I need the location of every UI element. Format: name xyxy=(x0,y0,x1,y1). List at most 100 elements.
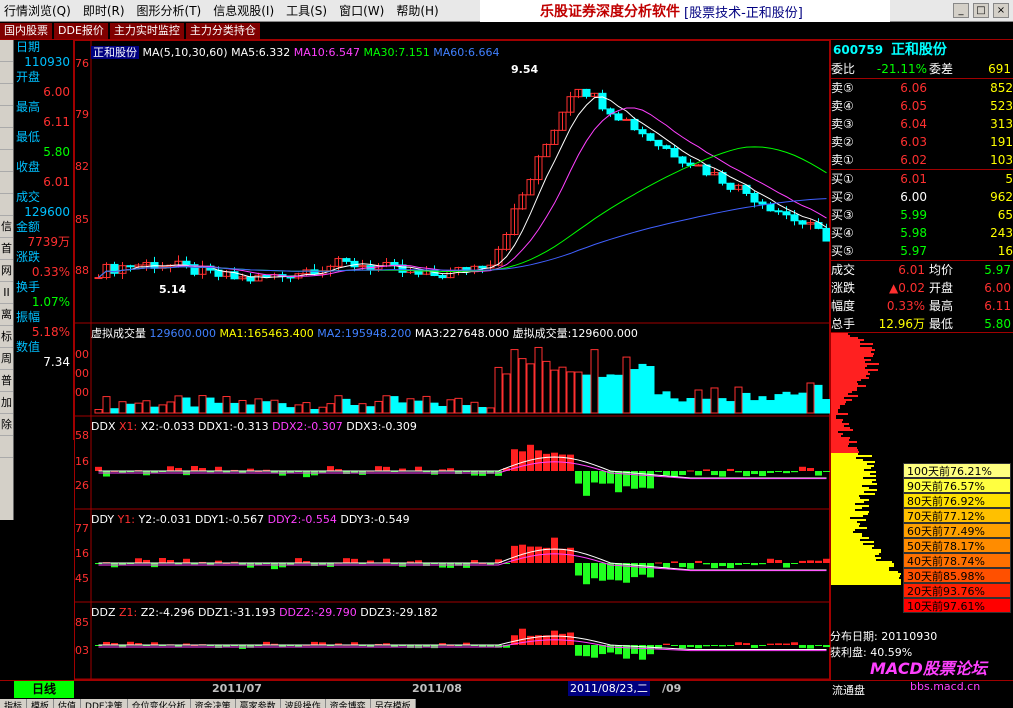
chip-bar xyxy=(831,367,865,369)
timeframe-button[interactable]: 日线 xyxy=(14,681,74,698)
volume-bar xyxy=(790,394,799,414)
ask-price: 6.02 xyxy=(900,153,927,167)
ddy-tick-label: 0.16 xyxy=(75,547,89,560)
indicator-bar xyxy=(703,563,710,565)
left-tool-0[interactable] xyxy=(0,40,13,62)
indicator-bar xyxy=(159,558,166,563)
chip-bar xyxy=(831,475,876,477)
indicator-bar xyxy=(95,466,102,471)
chip-bar xyxy=(831,491,864,493)
indicator-bar xyxy=(735,642,742,645)
left-tool-14[interactable]: 周 xyxy=(0,348,13,370)
chip-bar xyxy=(831,427,850,429)
volume-bar xyxy=(390,396,399,414)
volume-bar xyxy=(558,366,567,414)
volume-bar xyxy=(254,398,263,414)
left-tool-18[interactable] xyxy=(0,436,13,458)
chip-bar xyxy=(831,469,864,471)
tab-domestic-stocks[interactable]: 国内股票 xyxy=(0,22,52,39)
left-tool-5[interactable] xyxy=(0,150,13,172)
chip-bar xyxy=(831,349,875,351)
left-tool-1[interactable] xyxy=(0,62,13,84)
chip-bar xyxy=(831,471,876,473)
chip-bar xyxy=(831,385,866,387)
volume-bar xyxy=(630,369,639,414)
chip-bar xyxy=(831,407,840,409)
stat-row: 幅度 0.33% 最高 6.11 xyxy=(831,297,1013,315)
indicator-bar xyxy=(727,468,734,471)
chip-bar xyxy=(831,339,864,341)
chip-bar xyxy=(831,343,873,345)
chip-bar xyxy=(831,581,901,583)
history-item: 80天前76.92% xyxy=(903,493,1011,508)
stat-label: 总手 xyxy=(831,317,856,331)
indicator-bar xyxy=(615,645,622,655)
left-tool-17[interactable]: 除 xyxy=(0,414,13,436)
chip-bar xyxy=(831,347,872,349)
menu-item-0[interactable]: 行情浏览(Q) xyxy=(0,2,75,19)
chip-bar xyxy=(831,413,848,415)
candle-body xyxy=(598,92,607,110)
ma30-value: MA30:7.151 xyxy=(363,46,430,59)
left-tool-10[interactable]: 网 xyxy=(0,260,13,282)
menu-item-1[interactable]: 即时(R) xyxy=(79,2,129,19)
tab-dde-quote[interactable]: DDE报价 xyxy=(54,22,108,39)
left-tool-11[interactable]: II xyxy=(0,282,13,304)
left-tool-8[interactable]: 信 xyxy=(0,216,13,238)
bid-price: 5.99 xyxy=(900,208,927,222)
vol-ma2: MA2:195948.200 xyxy=(317,327,412,340)
candle-body xyxy=(182,260,191,266)
stock-name-label: 正和股份 xyxy=(91,46,139,59)
chip-bar xyxy=(831,521,857,523)
bid-row: 买② 6.00 962 xyxy=(831,188,1013,206)
indicator-bar xyxy=(783,643,790,645)
volume-bar xyxy=(654,394,663,414)
volume-bar xyxy=(246,404,255,414)
indicator-bar xyxy=(343,558,350,563)
menu-item-2[interactable]: 图形分析(T) xyxy=(133,2,206,19)
candle-body xyxy=(262,274,271,278)
left-tool-15[interactable]: 普 xyxy=(0,370,13,392)
indicator-bar xyxy=(679,645,686,649)
history-item: 50天前78.17% xyxy=(903,538,1011,553)
left-tool-12[interactable]: 离 xyxy=(0,304,13,326)
indicator-bar xyxy=(799,466,806,471)
chart-area[interactable]: 9.76 79 82 85 88 00 00 00 0.58 0.16 -0.26 0.77 0.16 -… xyxy=(74,40,831,681)
indicator-bar xyxy=(623,645,630,659)
date-label-jul: 2011/07 xyxy=(212,682,262,695)
left-tool-13[interactable]: 标 xyxy=(0,326,13,348)
left-tool-6[interactable] xyxy=(0,172,13,194)
menu-item-6[interactable]: 帮助(H) xyxy=(392,2,442,19)
indicator-bar xyxy=(591,471,598,483)
tab-main-monitor[interactable]: 主力实时监控 xyxy=(109,22,184,39)
volume-bar xyxy=(118,401,127,414)
left-tool-7[interactable] xyxy=(0,194,13,216)
chip-bar xyxy=(831,535,862,537)
ask-volume: 852 xyxy=(990,81,1013,95)
left-tool-16[interactable]: 加 xyxy=(0,392,13,414)
volume-bar xyxy=(142,400,151,414)
close-button[interactable]: × xyxy=(993,3,1009,18)
chip-bar xyxy=(831,387,857,389)
left-tool-4[interactable] xyxy=(0,128,13,150)
indicator-bar xyxy=(799,560,806,563)
chip-bar xyxy=(831,517,850,519)
indicator-bar xyxy=(583,563,590,585)
volume-bar xyxy=(518,358,527,414)
tab-main-holdings[interactable]: 主力分类持仓 xyxy=(185,22,260,39)
volume-bar xyxy=(726,401,735,414)
volume-bar xyxy=(174,395,183,414)
left-tool-9[interactable]: 首 xyxy=(0,238,13,260)
restore-button[interactable]: □ xyxy=(973,3,989,18)
menu-item-4[interactable]: 工具(S) xyxy=(282,2,331,19)
cursor-date: 2011/08/23,二 xyxy=(568,681,650,696)
left-tool-2[interactable] xyxy=(0,84,13,106)
menu-item-5[interactable]: 窗口(W) xyxy=(335,2,388,19)
chart-canvas: 9.76 79 82 85 88 00 00 00 0.58 0.16 -0.26 0.77 0.16 -… xyxy=(75,41,831,681)
minimize-button[interactable]: _ xyxy=(953,3,969,18)
indicator-bar xyxy=(711,563,718,569)
left-tool-3[interactable] xyxy=(0,106,13,128)
volume-bar xyxy=(294,404,303,414)
high-price-label: 9.54 xyxy=(511,63,538,76)
menu-item-3[interactable]: 信息观股(I) xyxy=(209,2,278,19)
